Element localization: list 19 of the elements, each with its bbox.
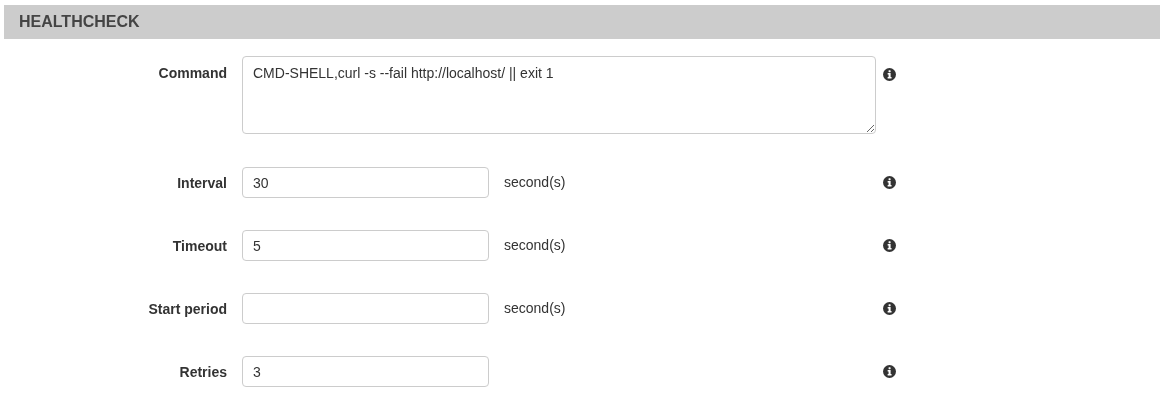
- info-icon[interactable]: [883, 68, 896, 81]
- field-label: Interval: [176, 174, 227, 191]
- unit-label: second(s): [504, 236, 567, 253]
- field-label: Timeout: [171, 237, 227, 254]
- section-title: HEALTHCHECK: [19, 12, 140, 32]
- field-label: Start period: [147, 300, 227, 317]
- info-icon[interactable]: [883, 176, 896, 189]
- info-icon[interactable]: [883, 239, 896, 252]
- info-icon[interactable]: [883, 365, 896, 378]
- input-field[interactable]: 5: [242, 230, 489, 261]
- unit-label: second(s): [504, 173, 567, 190]
- input-field[interactable]: 3: [242, 356, 489, 387]
- unit-label: second(s): [504, 299, 567, 316]
- input-field[interactable]: 30: [242, 167, 489, 198]
- field-label: Retries: [178, 363, 227, 380]
- command-field[interactable]: CMD-SHELL,curl -s --fail http://localhost/ || exit 1: [242, 56, 876, 134]
- info-icon[interactable]: [883, 302, 896, 315]
- input-field[interactable]: [242, 293, 489, 324]
- field-label: Command: [157, 64, 227, 81]
